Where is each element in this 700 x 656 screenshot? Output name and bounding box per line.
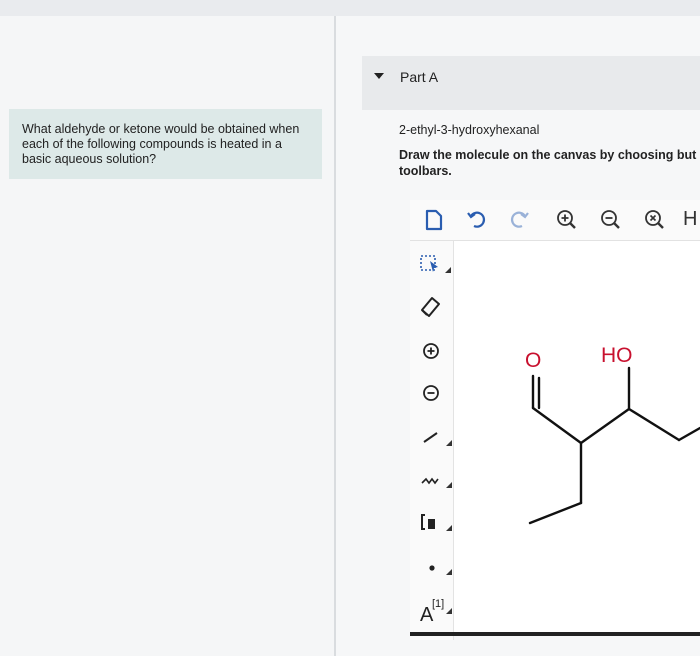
add-charge-icon[interactable] (410, 331, 453, 371)
part-title: Part A (400, 69, 439, 85)
chain-icon[interactable] (410, 459, 453, 499)
remove-charge-icon[interactable] (410, 373, 453, 413)
new-document-icon[interactable] (416, 200, 450, 240)
atom-hydroxyl: HO (601, 344, 633, 367)
side-toolbar: A [1] (410, 241, 454, 640)
bond-c2-c3 (579, 407, 631, 445)
atom-oxygen: O (525, 349, 541, 372)
bond-c3-c4 (627, 407, 681, 442)
canvas-bottom-border (410, 632, 700, 636)
part-header[interactable]: Part A (362, 56, 700, 110)
zoom-out-icon[interactable] (594, 200, 628, 240)
atom-label-icon[interactable]: A [1] (410, 589, 453, 629)
instructions: Draw the molecule on the canvas by choos… (399, 147, 700, 179)
question-box: What aldehyde or ketone would be obtaine… (9, 109, 322, 179)
top-toolbar: H (410, 200, 700, 241)
zoom-reset-icon[interactable] (638, 200, 672, 240)
instructions-line-1: Draw the molecule on the canvas by choos… (399, 148, 697, 162)
instructions-line-2: toolbars. (399, 164, 452, 178)
undo-icon[interactable] (459, 200, 493, 240)
drawing-canvas[interactable]: O HO (454, 241, 700, 634)
bracket-icon[interactable] (410, 502, 453, 542)
bond-c1-c2 (531, 406, 583, 445)
eraser-icon[interactable] (410, 284, 453, 324)
question-line-3: basic aqueous solution? (22, 152, 157, 166)
zoom-in-icon[interactable] (550, 200, 584, 240)
question-line-1: What aldehyde or ketone would be obtaine… (22, 122, 300, 136)
hydrogen-toggle-button[interactable]: H (683, 208, 697, 231)
bond-c4-c5 (677, 426, 700, 442)
redo-icon[interactable] (503, 200, 537, 240)
bond-ethyl-ch3 (528, 501, 583, 525)
select-icon[interactable] (410, 245, 453, 285)
single-bond-icon[interactable] (410, 417, 453, 457)
question-line-2: each of the following compounds is heate… (22, 137, 282, 151)
collapse-caret-icon[interactable] (374, 73, 384, 79)
radical-icon[interactable] (410, 546, 453, 586)
atom-label-superscript: [1] (432, 598, 444, 610)
compound-name: 2-ethyl-3-hydroxyhexanal (399, 123, 540, 137)
